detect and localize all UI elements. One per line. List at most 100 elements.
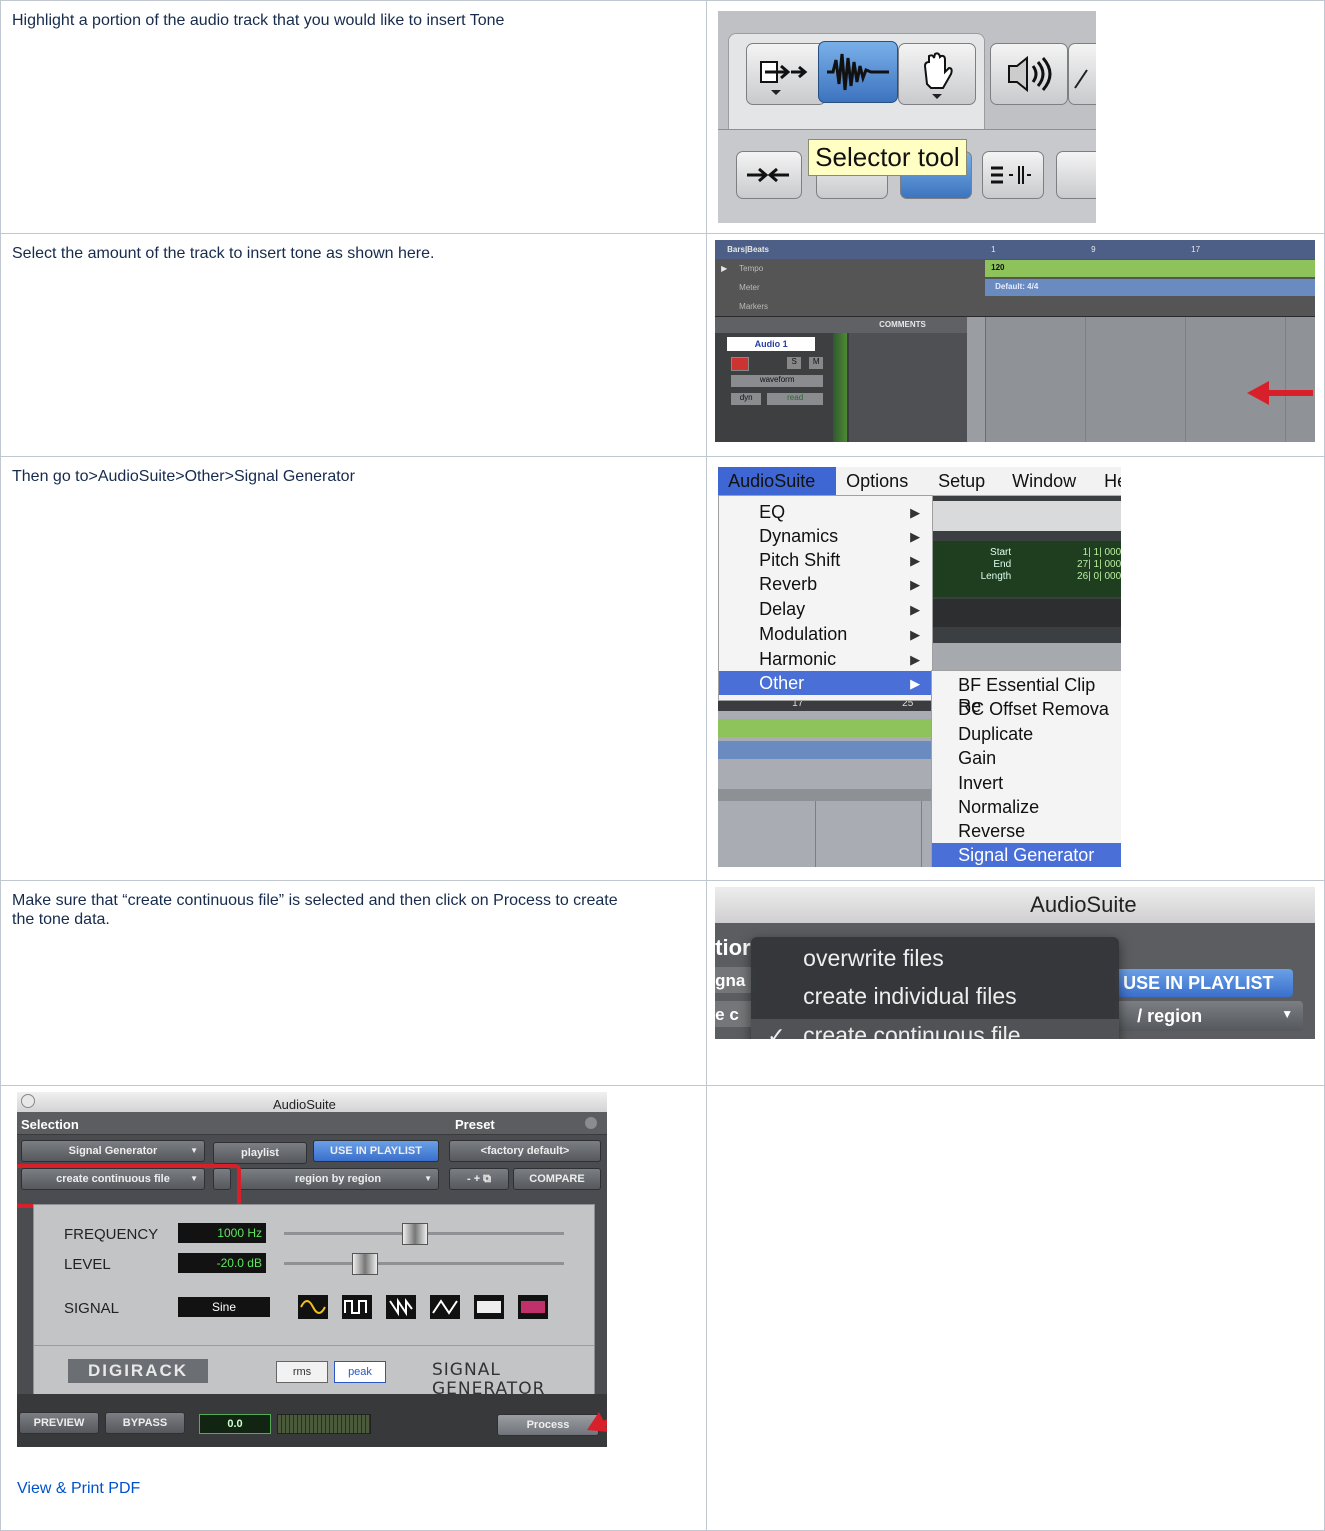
preset-select[interactable]: <factory default> bbox=[449, 1140, 601, 1162]
selection-label: Selection bbox=[21, 1117, 79, 1132]
option-overwrite-files[interactable]: overwrite files bbox=[803, 945, 944, 972]
menu-setup[interactable]: Setup bbox=[938, 471, 985, 492]
menu-item-pitch-shift[interactable]: Pitch Shift ▶ bbox=[719, 548, 932, 572]
submenu-item-duplicate[interactable]: Duplicate bbox=[932, 722, 1121, 746]
audiosuite-title: AudioSuite bbox=[1030, 892, 1137, 917]
view-selector: waveform bbox=[731, 375, 824, 387]
step-4-text-line-2: the tone data. bbox=[12, 911, 110, 928]
file-mode-popup: overwrite files create individual files … bbox=[751, 937, 1120, 1039]
menu-item-other[interactable]: Other ▶ bbox=[719, 671, 933, 695]
sawtooth-wave-icon[interactable] bbox=[386, 1295, 416, 1319]
bypass-button[interactable]: BYPASS bbox=[105, 1412, 185, 1434]
option-create-continuous-file-row[interactable]: ✓ create continuous file bbox=[751, 1019, 1120, 1039]
record-button bbox=[731, 357, 750, 371]
submenu-item-bf-essential-clip[interactable]: BF Essential Clip Re bbox=[932, 673, 1121, 716]
submenu-item-invert[interactable]: Invert bbox=[932, 771, 1121, 795]
peak-button[interactable]: peak bbox=[334, 1361, 386, 1383]
close-icon[interactable] bbox=[21, 1094, 35, 1108]
preview-button[interactable]: PREVIEW bbox=[19, 1412, 99, 1434]
use-in-playlist-button[interactable]: USE IN PLAYLIST bbox=[313, 1140, 439, 1162]
sine-wave-icon[interactable] bbox=[298, 1295, 328, 1319]
region-mode-select[interactable]: region by region ▼ bbox=[237, 1168, 439, 1190]
view-print-pdf-link[interactable]: View & Print PDF bbox=[17, 1480, 140, 1497]
submenu-item-reverse[interactable]: Reverse bbox=[932, 819, 1121, 843]
step-2-text-cell: Select the amount of the track to insert… bbox=[0, 233, 708, 457]
step-2-text: Select the amount of the track to insert… bbox=[12, 245, 435, 262]
meter-lane: Default: 4/4 bbox=[985, 279, 1316, 296]
menu-item-delay[interactable]: Delay ▶ bbox=[719, 597, 932, 621]
tooltip: Selector tool bbox=[808, 139, 967, 176]
shuffle-mode-button bbox=[736, 151, 803, 199]
submenu-item-signal-generator[interactable]: Signal Generator bbox=[932, 843, 1122, 867]
triangle-wave-icon[interactable] bbox=[430, 1295, 460, 1319]
speaker-tool-button bbox=[990, 43, 1069, 105]
submenu-item-dc-offset-removal[interactable]: DC Offset Remova bbox=[932, 697, 1121, 721]
audiosuite-window-screenshot: AudioSuite Selection Preset Signal Gener… bbox=[17, 1092, 607, 1447]
signal-label: SIGNAL bbox=[64, 1300, 120, 1317]
track-meter bbox=[833, 333, 848, 442]
ruler-tempo: ▶ Tempo 120 bbox=[715, 259, 1316, 279]
level-label: LEVEL bbox=[64, 1256, 111, 1273]
edit-window-screenshot: Bars|Beats 1 9 17 ▶ Tempo 120 Meter Defa… bbox=[715, 240, 1316, 442]
audiosuite-titlebar: AudioSuite bbox=[715, 887, 1316, 923]
preset-controls[interactable]: - + ⧉ bbox=[449, 1168, 509, 1190]
menu-audiosuite[interactable]: AudioSuite bbox=[718, 467, 837, 495]
submenu-item-gain[interactable]: Gain bbox=[932, 746, 1121, 770]
step-1-image-cell: Selector tool bbox=[706, 0, 1325, 234]
grabber-tool-button bbox=[898, 43, 977, 105]
step-2-image-cell: Bars|Beats 1 9 17 ▶ Tempo 120 Meter Defa… bbox=[706, 233, 1325, 457]
compare-button[interactable]: COMPARE bbox=[513, 1168, 601, 1190]
pink-noise-icon[interactable] bbox=[518, 1295, 548, 1319]
tempo-lane: 120 bbox=[985, 260, 1316, 277]
automation-dyn: dyn bbox=[731, 393, 762, 405]
solo-button: S bbox=[787, 357, 802, 369]
pencil-tool-button bbox=[1068, 43, 1097, 105]
preset-label: Preset bbox=[455, 1117, 495, 1132]
white-noise-icon[interactable] bbox=[474, 1295, 504, 1319]
signal-value[interactable]: Sine bbox=[178, 1297, 270, 1317]
track-header: Audio 1 S M waveform dyn read bbox=[715, 333, 834, 442]
rms-button[interactable]: rms bbox=[276, 1361, 328, 1383]
menu-window[interactable]: Window bbox=[1012, 471, 1076, 492]
digirack-logo: DIGIRACK bbox=[68, 1359, 208, 1383]
header-row: Selection Preset bbox=[17, 1112, 607, 1135]
menu-item-dynamics[interactable]: Dynamics ▶ bbox=[719, 524, 932, 548]
menu-item-harmonic[interactable]: Harmonic ▶ bbox=[719, 647, 932, 671]
plugin-select[interactable]: Signal Generator ▼ bbox=[21, 1140, 205, 1162]
column-header: COMMENTS bbox=[715, 317, 986, 333]
mute-button: M bbox=[809, 357, 824, 369]
step-3-image-cell: Start End Length 1| 1| 000 27| 1| 000 26… bbox=[706, 456, 1325, 881]
step-1-text-cell: Highlight a portion of the audio track t… bbox=[0, 0, 708, 234]
ruler-bars-beats: Bars|Beats 1 9 17 bbox=[715, 240, 1316, 260]
window-titlebar: AudioSuite bbox=[17, 1092, 607, 1112]
menu-item-reverb[interactable]: Reverb ▶ bbox=[719, 572, 932, 596]
automation-mode: read bbox=[767, 393, 824, 405]
step-3-text: Then go to>AudioSuite>Other>Signal Gener… bbox=[12, 468, 355, 485]
frequency-value[interactable]: 1000 Hz bbox=[178, 1223, 266, 1243]
zoomer-tool-button bbox=[746, 43, 827, 105]
frequency-slider-handle[interactable] bbox=[402, 1223, 428, 1245]
menu-help[interactable]: He bbox=[1104, 471, 1121, 492]
timeline-area: 17 25 bbox=[718, 697, 932, 867]
step-1-text: Highlight a portion of the audio track t… bbox=[12, 12, 505, 29]
level-value[interactable]: -20.0 dB bbox=[178, 1253, 266, 1273]
other-submenu: BF Essential Clip Re DC Offset Remova Du… bbox=[931, 670, 1122, 867]
option-create-continuous-file: create continuous file bbox=[803, 1022, 1021, 1039]
step-4-text-line-1: Make sure that “create continuous file” … bbox=[12, 892, 618, 909]
menu-options[interactable]: Options bbox=[846, 471, 908, 492]
playlist-select[interactable]: playlist bbox=[213, 1142, 307, 1164]
step-4-text-cell: Make sure that “create continuous file” … bbox=[0, 880, 708, 1086]
option-create-individual-files[interactable]: create individual files bbox=[803, 983, 1017, 1010]
menu-item-modulation[interactable]: Modulation ▶ bbox=[719, 622, 932, 646]
ruler-markers: Markers bbox=[715, 297, 1316, 317]
red-arrow-icon bbox=[587, 1412, 607, 1432]
toolbar-screenshot: Selector tool bbox=[718, 11, 1097, 223]
level-slider-handle[interactable] bbox=[352, 1253, 378, 1275]
square-wave-icon[interactable] bbox=[342, 1295, 372, 1319]
menu-item-eq[interactable]: EQ ▶ bbox=[719, 500, 932, 524]
menu-screenshot: Start End Length 1| 1| 000 27| 1| 000 26… bbox=[718, 467, 1122, 867]
highlight-box bbox=[17, 1164, 241, 1208]
steps-table: Highlight a portion of the audio track t… bbox=[0, 0, 1325, 1531]
submenu-item-normalize[interactable]: Normalize bbox=[932, 795, 1121, 819]
step-4-image-cell: AudioSuite tior gna e c USE IN PLAYLIST … bbox=[706, 880, 1325, 1086]
